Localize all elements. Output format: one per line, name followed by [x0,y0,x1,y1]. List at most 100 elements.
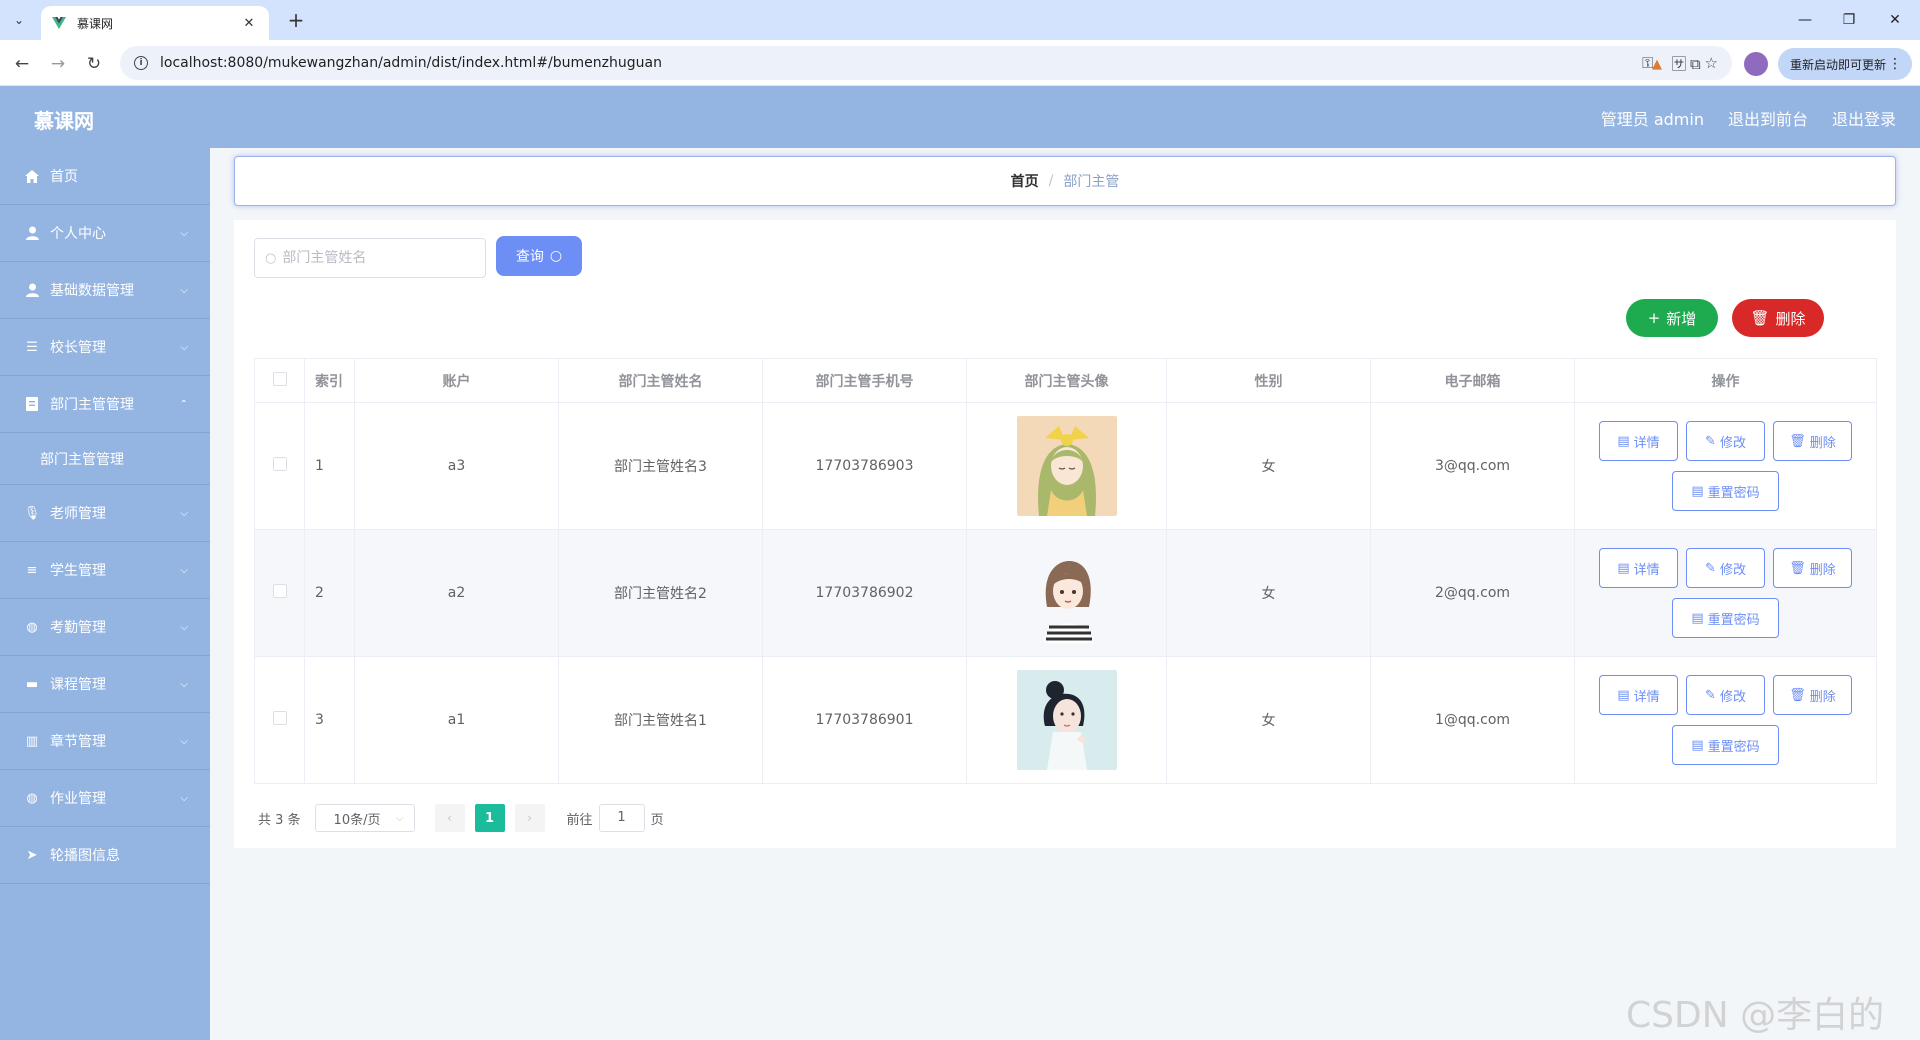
add-button[interactable]: + 新增 [1626,299,1718,337]
reload-icon[interactable]: ↻ [80,50,108,78]
chevron-down-icon: ⌵ [180,735,188,747]
more-icon: ⋮ [1888,56,1902,72]
new-tab-icon[interactable]: + [282,6,310,34]
goto-label: 前往 [566,812,593,828]
sidebar-item-label: 首页 [50,169,78,185]
cell-avatar [966,529,1167,657]
detail-button[interactable]: ▤ 详情 [1599,548,1678,588]
translate-icon[interactable]: 🈂 [1672,53,1687,74]
page-number-current[interactable]: 1 [474,804,505,832]
batch-delete-button[interactable]: 🗑 删除 [1732,299,1824,337]
delete-button[interactable]: 🗑 删除 [1773,421,1852,461]
search-input[interactable] [282,250,473,266]
delete-button[interactable]: 🗑 删除 [1773,548,1852,588]
select-all-checkbox[interactable] [272,371,287,386]
delete-label: 删除 [1809,689,1836,705]
select-all-cell[interactable] [254,358,305,403]
cell-actions: ▤ 详情 ✎ 修改 🗑 删除 ▤ 重置密码 [1574,529,1877,657]
chevron-down-icon: ⌵ [180,284,188,296]
breadcrumb: 首页 / 部门主管 [234,156,1896,206]
reset-password-button[interactable]: ▤ 重置密码 [1672,471,1779,511]
sidebar-item-home[interactable]: 首页 [0,148,210,205]
sidebar-item-label: 作业管理 [50,791,106,807]
cell-account: a2 [354,529,559,657]
sidebar-item-basic-data[interactable]: 基础数据管理 ⌵ [0,262,210,319]
restore-icon[interactable]: ❐ [1826,0,1872,40]
bookmark-star-icon[interactable]: ☆ [1705,54,1718,72]
table-row: 1 a3 部门主管姓名3 17703786903 女 3@qq.com ▤ 详情… [254,402,1877,530]
cell-avatar [966,656,1167,784]
column-header-phone: 部门主管手机号 [762,358,967,403]
cell-email: 1@qq.com [1370,656,1575,784]
sidebar-item-principal[interactable]: ☰ 校长管理 ⌵ [0,319,210,376]
admin-user-label: 管理员 admin [1600,110,1704,129]
url-text[interactable]: localhost:8080/mukewangzhan/admin/dist/i… [160,55,662,71]
row-checkbox[interactable] [272,457,287,471]
chevron-down-icon: ⌵ [180,341,188,353]
cell-phone: 17703786901 [762,656,967,784]
trash-icon: 🗑 [1789,687,1806,703]
reset-password-button[interactable]: ▤ 重置密码 [1672,725,1779,765]
sidebar-item-dept-head[interactable]: 部门主管管理 ⌃ [0,376,210,433]
back-icon[interactable]: ← [8,50,36,78]
minimize-icon[interactable]: — [1782,0,1828,40]
address-bar[interactable]: i localhost:8080/mukewangzhan/admin/dist… [120,46,1732,80]
globe-icon: ◍ [26,619,38,635]
tab-search-button[interactable]: ⌄ [6,8,32,32]
sidebar-item-attendance[interactable]: ◍ 考勤管理 ⌵ [0,599,210,656]
edit-button[interactable]: ✎ 修改 [1686,548,1765,588]
page-size-select[interactable]: 10条/页 ⌵ [314,804,415,832]
next-page-button[interactable]: › [514,804,545,832]
update-button[interactable]: 重新启动即可更新 ⋮ [1778,48,1912,80]
chevron-down-icon: ⌵ [180,507,188,519]
sidebar-item-course[interactable]: ▬ 课程管理 ⌵ [0,656,210,713]
reset-password-button[interactable]: ▤ 重置密码 [1672,598,1779,638]
puzzle-icon[interactable]: ⧉ [1690,50,1701,78]
search-icon: ○ [265,250,277,266]
forward-icon[interactable]: → [44,50,72,78]
avatar-image [1016,416,1117,516]
detail-button[interactable]: ▤ 详情 [1599,675,1678,715]
sidebar-item-chapter[interactable]: ▥ 章节管理 ⌵ [0,713,210,770]
edit-button[interactable]: ✎ 修改 [1686,675,1765,715]
cell-email: 2@qq.com [1370,529,1575,657]
sidebar-item-profile[interactable]: 个人中心 ⌵ [0,205,210,262]
cell-actions: ▤ 详情 ✎ 修改 🗑 删除 ▤ 重置密码 [1574,656,1877,784]
search-field[interactable]: ○ [254,238,486,278]
sidebar-item-homework[interactable]: ◍ 作业管理 ⌵ [0,770,210,827]
extension-icon[interactable]: ▲ [1652,50,1662,78]
sidebar-item-label: 章节管理 [50,734,106,750]
sidebar-subitem-dept-head-manage[interactable]: 部门主管管理 [0,433,210,485]
profile-avatar[interactable] [1744,52,1768,76]
query-label: 查询 [515,249,544,265]
delete-button[interactable]: 🗑 删除 [1773,675,1852,715]
site-info-icon[interactable]: i [134,56,148,70]
delete-label: 删除 [1809,562,1836,578]
site-logo[interactable]: 慕课网 [34,105,94,134]
chevron-down-icon: ⌵ [180,564,188,576]
search-icon: ○ [549,248,563,264]
browser-tab[interactable]: 慕课网 ✕ [41,6,269,40]
sidebar-item-student[interactable]: ≡ 学生管理 ⌵ [0,542,210,599]
edit-button[interactable]: ✎ 修改 [1686,421,1765,461]
tab-close-icon[interactable]: ✕ [239,16,259,31]
column-header-avatar: 部门主管头像 [966,358,1167,403]
edit-label: 修改 [1719,562,1746,578]
goto-page-input[interactable]: 1 [598,804,645,832]
document-icon: ▤ [1691,737,1704,753]
detail-button[interactable]: ▤ 详情 [1599,421,1678,461]
window-close-icon[interactable]: ✕ [1872,0,1918,40]
sidebar-item-carousel[interactable]: ➤ 轮播图信息 [0,827,210,884]
goto-frontend-link[interactable]: 退出到前台 [1728,106,1808,130]
cell-email: 3@qq.com [1370,402,1575,530]
page-suffix: 页 [650,812,664,828]
sidebar-item-label: 课程管理 [50,677,106,693]
row-checkbox[interactable] [272,584,287,598]
query-button[interactable]: 查询 ○ [496,236,582,276]
row-checkbox[interactable] [272,711,287,725]
prev-page-button[interactable]: ‹ [434,804,465,832]
sidebar-item-teacher[interactable]: 🎙 老师管理 ⌵ [0,485,210,542]
breadcrumb-home[interactable]: 首页 [1011,171,1039,191]
document-icon: ▤ [1617,560,1630,576]
logout-link[interactable]: 退出登录 [1832,106,1896,130]
